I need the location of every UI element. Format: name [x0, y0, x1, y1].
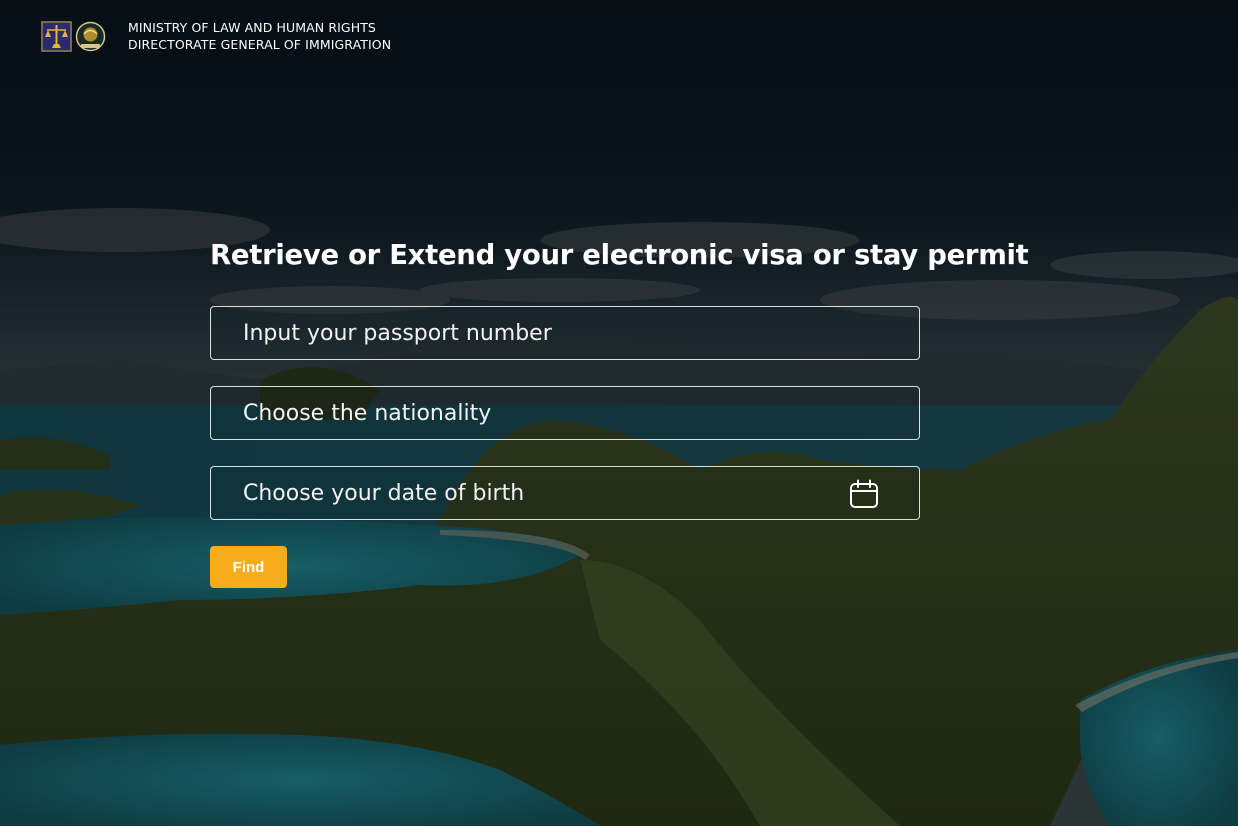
- nationality-select[interactable]: Choose the nationality: [210, 386, 920, 440]
- org-name-line-2: DIRECTORATE GENERAL OF IMMIGRATION: [128, 37, 392, 52]
- calendar-icon[interactable]: [849, 479, 879, 509]
- organization-name: MINISTRY OF LAW AND HUMAN RIGHTS DIRECTO…: [128, 19, 391, 53]
- find-button[interactable]: Find: [210, 546, 287, 588]
- nationality-placeholder: Choose the nationality: [243, 400, 492, 426]
- page: MINISTRY OF LAW AND HUMAN RIGHTS DIRECTO…: [0, 0, 1238, 826]
- logo-group: [41, 20, 107, 52]
- retrieve-form: Retrieve or Extend your electronic visa …: [210, 236, 1029, 588]
- ministry-emblem-icon: [41, 20, 72, 52]
- passport-number-placeholder: Input your passport number: [243, 320, 552, 346]
- page-title: Retrieve or Extend your electronic visa …: [210, 239, 1029, 271]
- date-of-birth-input[interactable]: Choose your date of birth: [210, 466, 920, 520]
- date-of-birth-placeholder: Choose your date of birth: [243, 480, 525, 506]
- org-name-line-1: MINISTRY OF LAW AND HUMAN RIGHTS: [128, 20, 376, 35]
- passport-number-input[interactable]: Input your passport number: [210, 306, 920, 360]
- header: MINISTRY OF LAW AND HUMAN RIGHTS DIRECTO…: [41, 19, 391, 53]
- immigration-emblem-icon: [75, 21, 106, 51]
